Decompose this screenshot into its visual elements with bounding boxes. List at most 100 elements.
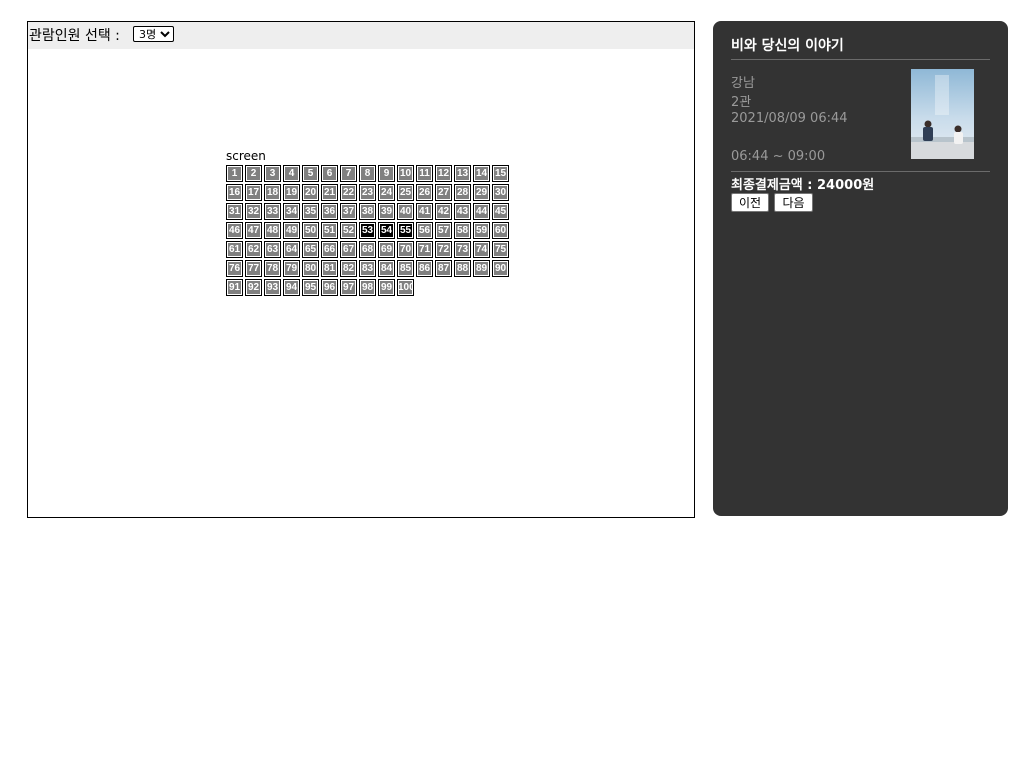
seat-45[interactable]: 45	[492, 203, 509, 220]
seat-23[interactable]: 23	[359, 184, 376, 201]
seat-20[interactable]: 20	[302, 184, 319, 201]
seat-84[interactable]: 84	[378, 260, 395, 277]
seat-35[interactable]: 35	[302, 203, 319, 220]
seat-94[interactable]: 94	[283, 279, 300, 296]
seat-95[interactable]: 95	[302, 279, 319, 296]
seat-93[interactable]: 93	[264, 279, 281, 296]
seat-100[interactable]: 100	[397, 279, 414, 296]
seat-99[interactable]: 99	[378, 279, 395, 296]
seat-27[interactable]: 27	[435, 184, 452, 201]
seat-83[interactable]: 83	[359, 260, 376, 277]
seat-6[interactable]: 6	[321, 165, 338, 182]
seat-66[interactable]: 66	[321, 241, 338, 258]
seat-3[interactable]: 3	[264, 165, 281, 182]
seat-80[interactable]: 80	[302, 260, 319, 277]
seat-75[interactable]: 75	[492, 241, 509, 258]
seat-29[interactable]: 29	[473, 184, 490, 201]
seat-59[interactable]: 59	[473, 222, 490, 239]
seat-73[interactable]: 73	[454, 241, 471, 258]
seat-71[interactable]: 71	[416, 241, 433, 258]
seat-87[interactable]: 87	[435, 260, 452, 277]
seat-76[interactable]: 76	[226, 260, 243, 277]
seat-13[interactable]: 13	[454, 165, 471, 182]
seat-61[interactable]: 61	[226, 241, 243, 258]
seat-88[interactable]: 88	[454, 260, 471, 277]
seat-36[interactable]: 36	[321, 203, 338, 220]
seat-78[interactable]: 78	[264, 260, 281, 277]
seat-8[interactable]: 8	[359, 165, 376, 182]
seat-48[interactable]: 48	[264, 222, 281, 239]
seat-52[interactable]: 52	[340, 222, 357, 239]
seat-19[interactable]: 19	[283, 184, 300, 201]
seat-32[interactable]: 32	[245, 203, 262, 220]
seat-64[interactable]: 64	[283, 241, 300, 258]
seat-28[interactable]: 28	[454, 184, 471, 201]
seat-51[interactable]: 51	[321, 222, 338, 239]
seat-31[interactable]: 31	[226, 203, 243, 220]
seat-17[interactable]: 17	[245, 184, 262, 201]
seat-91[interactable]: 91	[226, 279, 243, 296]
seat-38[interactable]: 38	[359, 203, 376, 220]
seat-47[interactable]: 47	[245, 222, 262, 239]
seat-56[interactable]: 56	[416, 222, 433, 239]
seat-12[interactable]: 12	[435, 165, 452, 182]
seat-10[interactable]: 10	[397, 165, 414, 182]
seat-40[interactable]: 40	[397, 203, 414, 220]
seat-39[interactable]: 39	[378, 203, 395, 220]
seat-44[interactable]: 44	[473, 203, 490, 220]
seat-81[interactable]: 81	[321, 260, 338, 277]
seat-25[interactable]: 25	[397, 184, 414, 201]
seat-34[interactable]: 34	[283, 203, 300, 220]
seat-7[interactable]: 7	[340, 165, 357, 182]
seat-70[interactable]: 70	[397, 241, 414, 258]
seat-57[interactable]: 57	[435, 222, 452, 239]
seat-90[interactable]: 90	[492, 260, 509, 277]
seat-92[interactable]: 92	[245, 279, 262, 296]
seat-5[interactable]: 5	[302, 165, 319, 182]
seat-96[interactable]: 96	[321, 279, 338, 296]
seat-42[interactable]: 42	[435, 203, 452, 220]
seat-16[interactable]: 16	[226, 184, 243, 201]
seat-98[interactable]: 98	[359, 279, 376, 296]
seat-26[interactable]: 26	[416, 184, 433, 201]
seat-11[interactable]: 11	[416, 165, 433, 182]
seat-89[interactable]: 89	[473, 260, 490, 277]
seat-50[interactable]: 50	[302, 222, 319, 239]
seat-22[interactable]: 22	[340, 184, 357, 201]
seat-41[interactable]: 41	[416, 203, 433, 220]
seat-14[interactable]: 14	[473, 165, 490, 182]
seat-72[interactable]: 72	[435, 241, 452, 258]
seat-4[interactable]: 4	[283, 165, 300, 182]
seat-53[interactable]: 53	[359, 222, 376, 239]
seat-15[interactable]: 15	[492, 165, 509, 182]
seat-33[interactable]: 33	[264, 203, 281, 220]
seat-65[interactable]: 65	[302, 241, 319, 258]
seat-43[interactable]: 43	[454, 203, 471, 220]
seat-2[interactable]: 2	[245, 165, 262, 182]
seat-21[interactable]: 21	[321, 184, 338, 201]
seat-97[interactable]: 97	[340, 279, 357, 296]
seat-63[interactable]: 63	[264, 241, 281, 258]
seat-58[interactable]: 58	[454, 222, 471, 239]
seat-55[interactable]: 55	[397, 222, 414, 239]
seat-49[interactable]: 49	[283, 222, 300, 239]
seat-54[interactable]: 54	[378, 222, 395, 239]
seat-69[interactable]: 69	[378, 241, 395, 258]
seat-9[interactable]: 9	[378, 165, 395, 182]
seat-46[interactable]: 46	[226, 222, 243, 239]
seat-82[interactable]: 82	[340, 260, 357, 277]
seat-60[interactable]: 60	[492, 222, 509, 239]
seat-37[interactable]: 37	[340, 203, 357, 220]
headcount-select[interactable]: 1명2명3명4명	[133, 26, 174, 42]
seat-24[interactable]: 24	[378, 184, 395, 201]
seat-1[interactable]: 1	[226, 165, 243, 182]
seat-18[interactable]: 18	[264, 184, 281, 201]
seat-68[interactable]: 68	[359, 241, 376, 258]
seat-86[interactable]: 86	[416, 260, 433, 277]
prev-button[interactable]: 이전	[731, 193, 769, 212]
seat-85[interactable]: 85	[397, 260, 414, 277]
seat-30[interactable]: 30	[492, 184, 509, 201]
seat-62[interactable]: 62	[245, 241, 262, 258]
seat-79[interactable]: 79	[283, 260, 300, 277]
seat-74[interactable]: 74	[473, 241, 490, 258]
